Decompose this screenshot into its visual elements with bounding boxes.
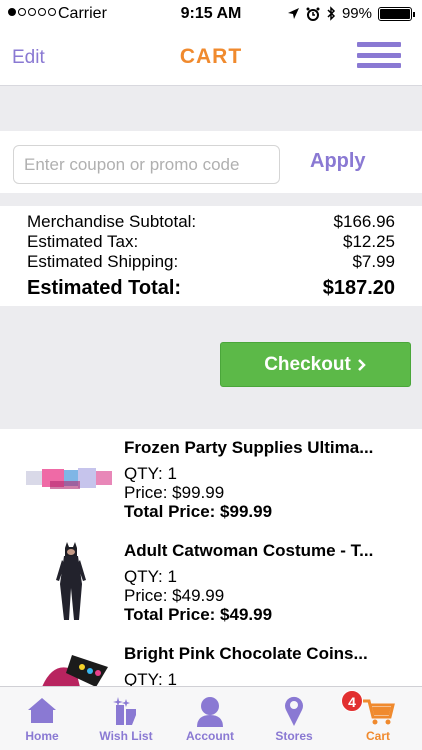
product-thumbnail (26, 468, 112, 489)
status-indicators: 99% (287, 5, 415, 22)
total-value: $187.20 (322, 277, 395, 299)
product-qty: QTY: 1 (124, 670, 177, 686)
tab-account[interactable]: Account (168, 687, 252, 750)
battery-icon (378, 6, 415, 21)
shipping-label: Estimated Shipping: (27, 252, 179, 271)
tab-stores[interactable]: Stores (252, 687, 336, 750)
total-label: Estimated Total: (27, 277, 182, 299)
battery-percent: 99% (341, 5, 372, 22)
product-qty: QTY: 1 (124, 464, 177, 483)
cart-icon (363, 699, 395, 725)
order-summary: Merchandise Subtotal: $166.96 Estimated … (0, 206, 422, 306)
tax-row: Estimated Tax: $12.25 (27, 232, 395, 252)
wish-list-icon (113, 697, 136, 725)
list-item[interactable]: Adult Catwoman Costume - T... QTY: 1 Pri… (0, 532, 422, 635)
home-icon (28, 698, 56, 723)
shipping-row: Estimated Shipping: $7.99 (27, 252, 395, 272)
tab-label: Account (186, 729, 234, 743)
product-total-price: Total Price: $99.99 (124, 502, 273, 521)
subtotal-row: Merchandise Subtotal: $166.96 (27, 212, 395, 232)
bluetooth-icon (327, 6, 336, 21)
list-item[interactable]: Bright Pink Chocolate Coins... QTY: 1 (0, 635, 422, 686)
cart-count-badge: 4 (341, 690, 363, 712)
tab-label: Stores (275, 729, 313, 743)
product-thumbnail (56, 542, 86, 620)
product-price: Price: $49.99 (124, 586, 225, 605)
product-thumbnail (42, 655, 108, 686)
tax-value: $12.25 (343, 232, 395, 251)
tax-label: Estimated Tax: (27, 232, 139, 251)
cart-items-list: Frozen Party Supplies Ultima... QTY: 1 P… (0, 429, 422, 686)
coupon-input[interactable] (13, 145, 280, 184)
product-price: Price: $99.99 (124, 483, 225, 502)
subtotal-value: $166.96 (333, 212, 395, 231)
nav-bar: Edit CART (0, 30, 422, 86)
tab-label: Home (25, 729, 59, 743)
tab-label: Cart (365, 729, 390, 743)
alarm-icon (306, 7, 320, 21)
coupon-section: Apply (0, 131, 422, 193)
product-name: Frozen Party Supplies Ultima... (124, 438, 374, 457)
chevron-right-icon (357, 358, 366, 371)
product-name: Adult Catwoman Costume - T... (124, 541, 374, 560)
status-bar: Carrier 9:15 AM 99% (0, 0, 422, 30)
location-arrow-icon (287, 8, 299, 19)
account-icon (197, 697, 223, 727)
menu-icon[interactable] (357, 42, 401, 68)
total-row: Estimated Total: $187.20 (27, 277, 395, 300)
checkout-label: Checkout (264, 353, 351, 375)
product-qty: QTY: 1 (124, 567, 177, 586)
checkout-button[interactable]: Checkout (220, 342, 411, 387)
product-name: Bright Pink Chocolate Coins... (124, 644, 368, 663)
tab-label: Wish List (99, 729, 153, 743)
tab-wish-list[interactable]: Wish List (84, 687, 168, 750)
product-total-price: Total Price: $49.99 (124, 605, 273, 624)
apply-button[interactable]: Apply (310, 150, 366, 173)
subtotal-label: Merchandise Subtotal: (27, 212, 197, 231)
tab-home[interactable]: Home (0, 687, 84, 750)
stores-icon (285, 696, 303, 726)
list-item[interactable]: Frozen Party Supplies Ultima... QTY: 1 P… (0, 429, 422, 532)
shipping-value: $7.99 (352, 252, 395, 271)
